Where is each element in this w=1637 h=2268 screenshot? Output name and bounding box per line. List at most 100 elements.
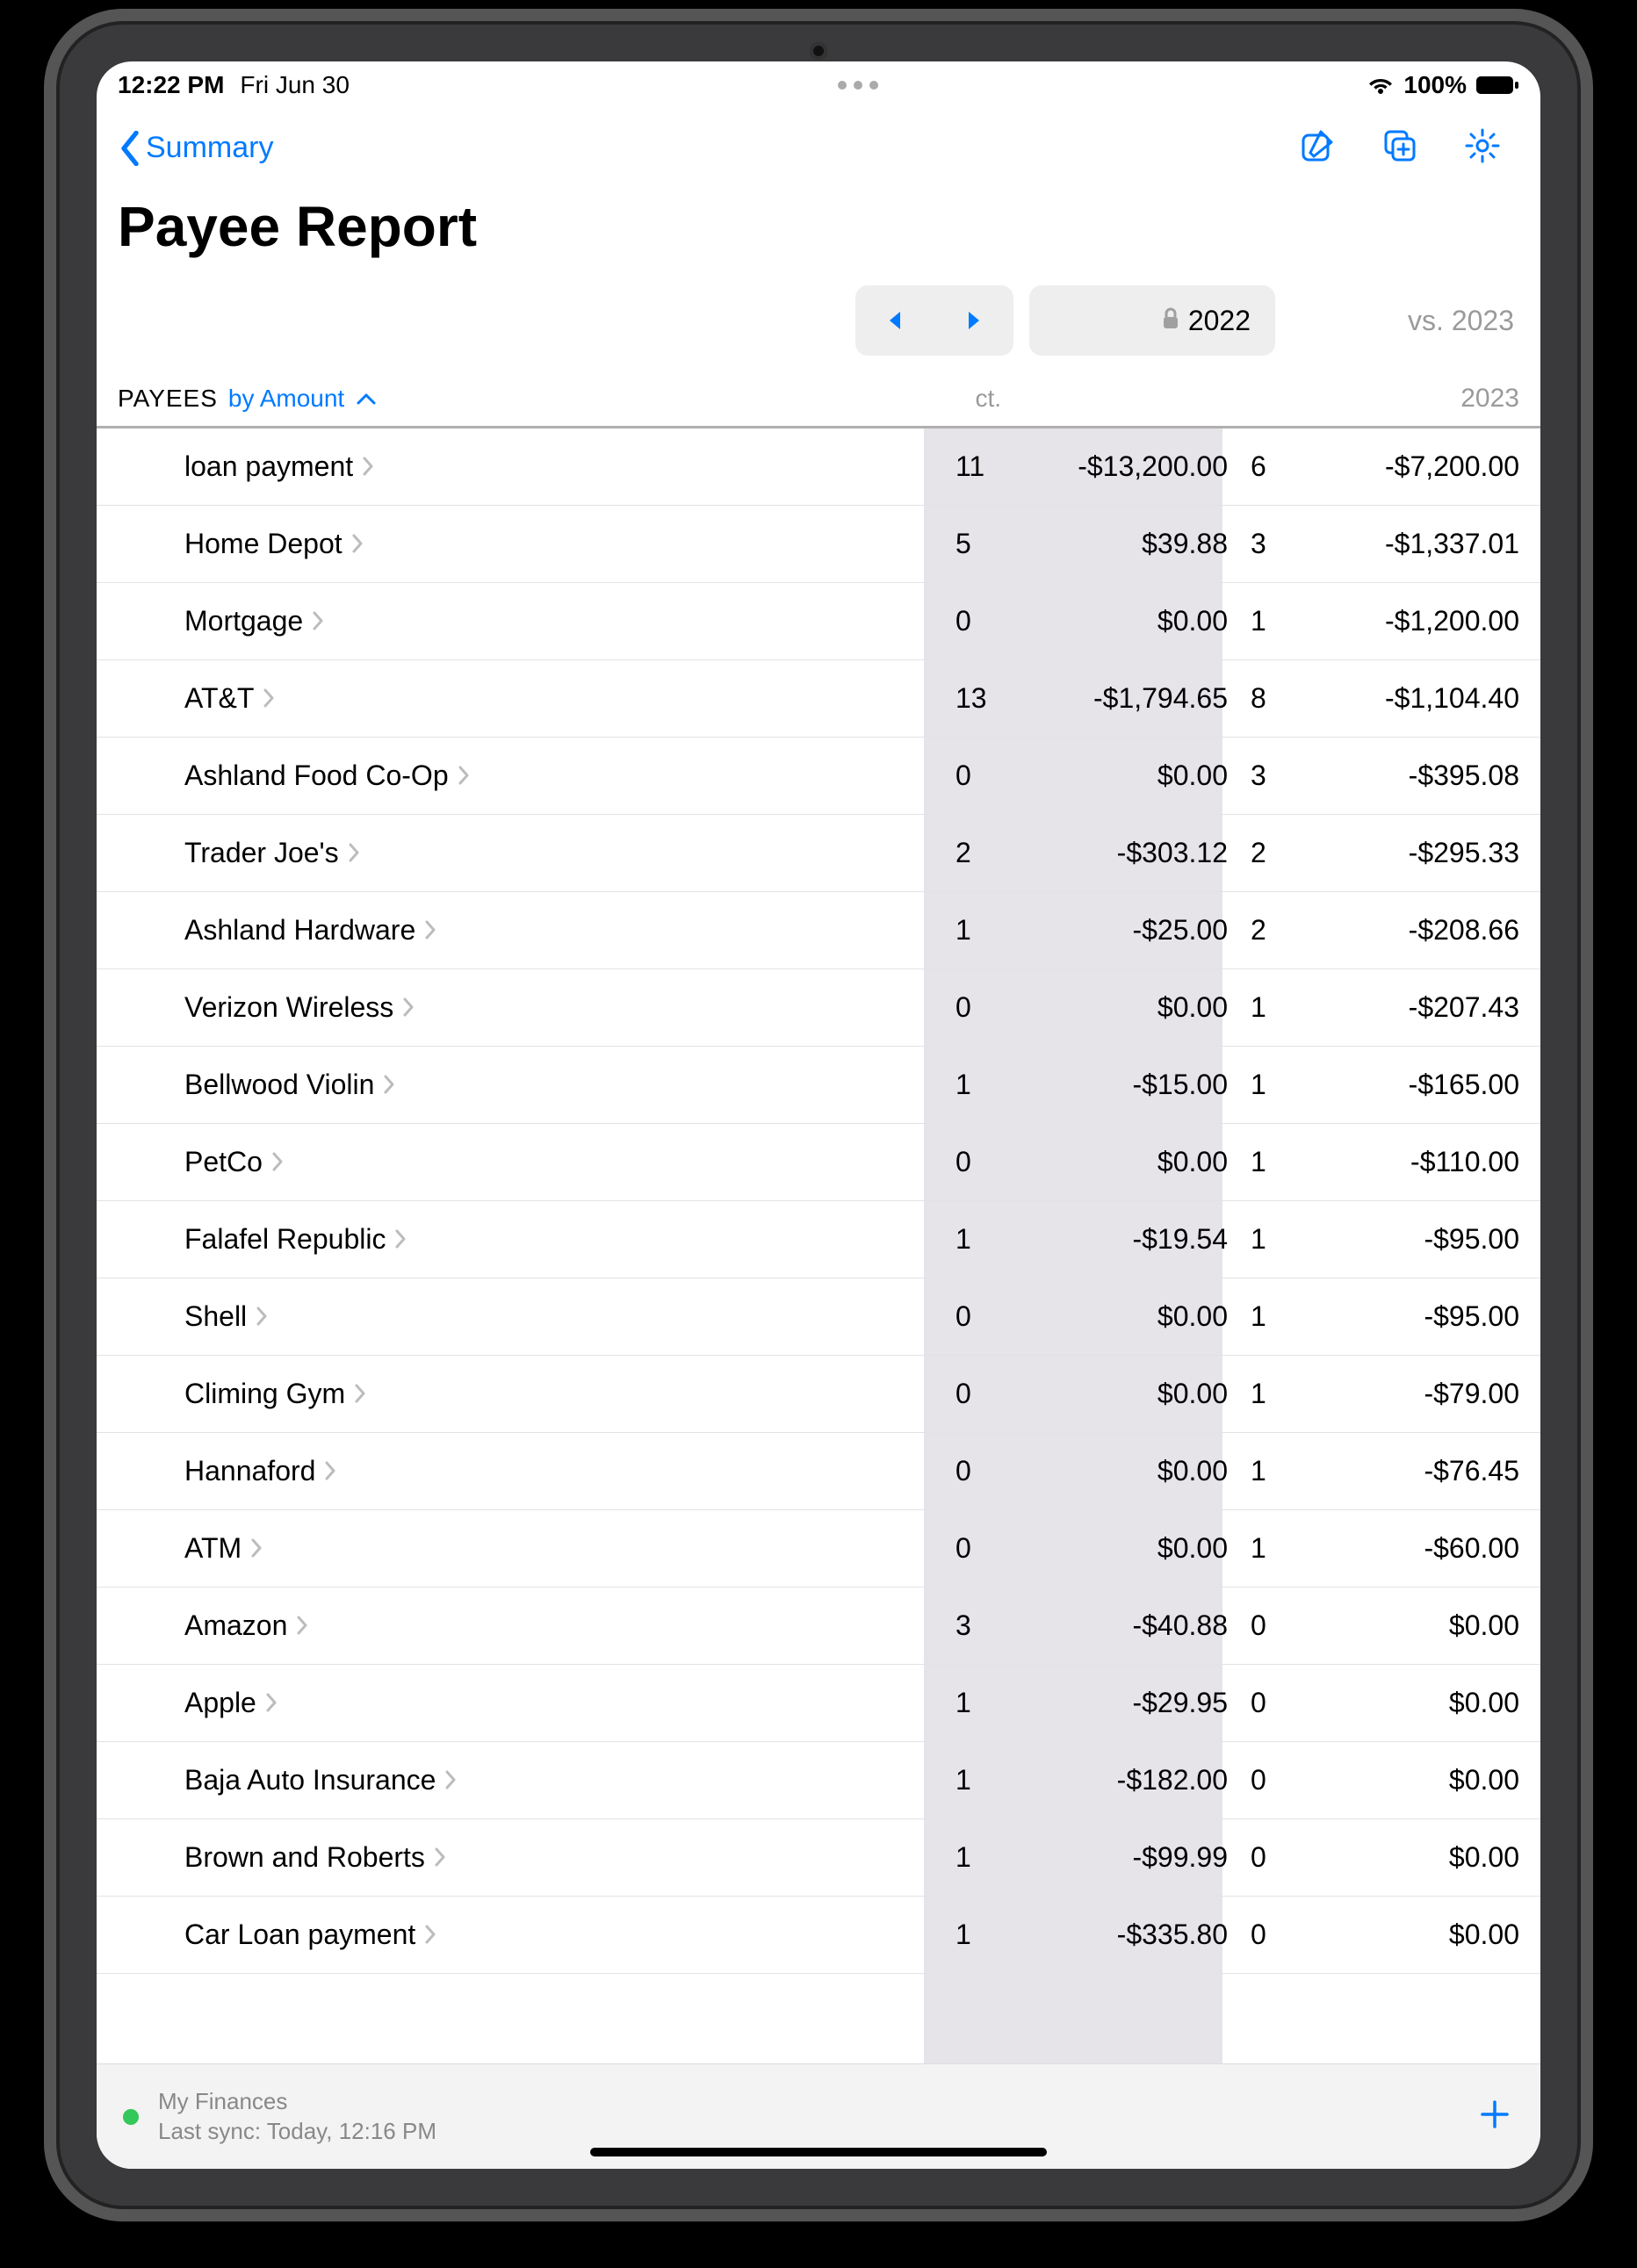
table-row[interactable]: Trader Joe's 2 -$303.12 2 -$295.33: [97, 815, 1540, 892]
count-2022: 13: [941, 682, 1012, 715]
payee-label: Brown and Roberts: [184, 1841, 425, 1874]
table-row[interactable]: Bellwood Violin 1 -$15.00 1 -$165.00: [97, 1047, 1540, 1124]
amount-2022: $0.00: [1012, 1146, 1240, 1178]
amount-2023: -$7,200.00: [1293, 450, 1540, 483]
table-row[interactable]: Home Depot 5 $39.88 3 -$1,337.01: [97, 506, 1540, 583]
payee-name[interactable]: Car Loan payment: [184, 1919, 941, 1951]
payee-name[interactable]: loan payment: [184, 450, 941, 483]
table-row[interactable]: Car Loan payment 1 -$335.80 0 $0.00: [97, 1897, 1540, 1974]
table-row[interactable]: Shell 0 $0.00 1 -$95.00: [97, 1278, 1540, 1356]
amount-2023: -$95.00: [1293, 1300, 1540, 1333]
table-row[interactable]: Ashland Hardware 1 -$25.00 2 -$208.66: [97, 892, 1540, 969]
home-indicator[interactable]: [590, 2148, 1047, 2156]
table-row[interactable]: PetCo 0 $0.00 1 -$110.00: [97, 1124, 1540, 1201]
chevron-left-icon: [118, 131, 142, 166]
payee-name[interactable]: Mortgage: [184, 605, 941, 637]
payee-label: Verizon Wireless: [184, 991, 393, 1024]
table-row[interactable]: AT&T 13 -$1,794.65 8 -$1,104.40: [97, 660, 1540, 738]
duplicate-button[interactable]: [1381, 126, 1419, 169]
table-row[interactable]: Mortgage 0 $0.00 1 -$1,200.00: [97, 583, 1540, 660]
year-picker[interactable]: 2022: [1029, 285, 1275, 356]
table-row[interactable]: ATM 0 $0.00 1 -$60.00: [97, 1510, 1540, 1588]
sync-status-dot-icon: [123, 2109, 139, 2125]
payee-label: Ashland Food Co-Op: [184, 760, 449, 792]
count-2023: 0: [1240, 1687, 1293, 1719]
count-2022: 0: [941, 1532, 1012, 1565]
sort-button[interactable]: by Amount: [228, 385, 376, 413]
table-row[interactable]: Hannaford 0 $0.00 1 -$76.45: [97, 1433, 1540, 1510]
count-2023: 3: [1240, 528, 1293, 560]
table-row[interactable]: loan payment 11 -$13,200.00 6 -$7,200.00: [97, 428, 1540, 506]
payee-name[interactable]: Shell: [184, 1300, 941, 1333]
count-2023: 0: [1240, 1919, 1293, 1951]
chevron-right-icon: [271, 1146, 284, 1178]
payee-label: Bellwood Violin: [184, 1069, 374, 1101]
payee-name[interactable]: Brown and Roberts: [184, 1841, 941, 1874]
table-row[interactable]: Amazon 3 -$40.88 0 $0.00: [97, 1588, 1540, 1665]
payee-name[interactable]: Falafel Republic: [184, 1223, 941, 1256]
current-year: 2022: [1188, 305, 1251, 337]
payee-name[interactable]: Apple: [184, 1687, 941, 1719]
payee-name[interactable]: Baja Auto Insurance: [184, 1764, 941, 1796]
year-next-button[interactable]: [934, 285, 1013, 356]
amount-2023: -$76.45: [1293, 1455, 1540, 1487]
count-2023: 2: [1240, 837, 1293, 869]
table-row[interactable]: Falafel Republic 1 -$19.54 1 -$95.00: [97, 1201, 1540, 1278]
count-header-2022: ct.: [931, 385, 1001, 413]
table-row[interactable]: Climing Gym 0 $0.00 1 -$79.00: [97, 1356, 1540, 1433]
amount-2022: -$182.00: [1012, 1764, 1240, 1796]
count-2022: 1: [941, 1764, 1012, 1796]
count-2023: 1: [1240, 1069, 1293, 1101]
status-date: Fri Jun 30: [240, 71, 350, 99]
count-2022: 0: [941, 991, 1012, 1024]
payee-name[interactable]: Ashland Food Co-Op: [184, 760, 941, 792]
table-row[interactable]: Brown and Roberts 1 -$99.99 0 $0.00: [97, 1819, 1540, 1897]
count-2023: 1: [1240, 1378, 1293, 1410]
payee-name[interactable]: Verizon Wireless: [184, 991, 941, 1024]
payee-label: Apple: [184, 1687, 256, 1719]
year-prev-button[interactable]: [855, 285, 934, 356]
settings-button[interactable]: [1463, 126, 1502, 169]
payee-label: loan payment: [184, 450, 353, 483]
payee-name[interactable]: AT&T: [184, 682, 941, 715]
payee-name[interactable]: Hannaford: [184, 1455, 941, 1487]
payee-label: Falafel Republic: [184, 1223, 386, 1256]
table-row[interactable]: Ashland Food Co-Op 0 $0.00 3 -$395.08: [97, 738, 1540, 815]
payee-label: Amazon: [184, 1609, 287, 1642]
table-row[interactable]: Apple 1 -$29.95 0 $0.00: [97, 1665, 1540, 1742]
count-2023: 1: [1240, 1146, 1293, 1178]
gear-icon: [1463, 126, 1502, 165]
compare-year-label[interactable]: vs. 2023: [1291, 305, 1519, 337]
count-2022: 0: [941, 605, 1012, 637]
chevron-right-icon: [348, 837, 360, 869]
back-label: Summary: [146, 131, 273, 165]
add-button[interactable]: [1475, 2095, 1514, 2138]
amount-2023: -$79.00: [1293, 1378, 1540, 1410]
count-2023: 1: [1240, 1455, 1293, 1487]
payee-name[interactable]: Climing Gym: [184, 1378, 941, 1410]
amount-2023: $0.00: [1293, 1609, 1540, 1642]
payee-name[interactable]: Amazon: [184, 1609, 941, 1642]
payee-label: Trader Joe's: [184, 837, 339, 869]
payee-name[interactable]: Home Depot: [184, 528, 941, 560]
chevron-right-icon: [402, 991, 415, 1024]
nav-bar: Summary: [97, 109, 1540, 176]
payee-name[interactable]: Trader Joe's: [184, 837, 941, 869]
payee-name[interactable]: Bellwood Violin: [184, 1069, 941, 1101]
count-2023: 0: [1240, 1609, 1293, 1642]
count-2022: 11: [941, 450, 1012, 483]
table-row[interactable]: Verizon Wireless 0 $0.00 1 -$207.43: [97, 969, 1540, 1047]
payee-name[interactable]: ATM: [184, 1532, 941, 1565]
amount-2022: $0.00: [1012, 991, 1240, 1024]
count-2023: 0: [1240, 1764, 1293, 1796]
compose-button[interactable]: [1298, 126, 1337, 169]
multitask-dots-icon[interactable]: [838, 81, 878, 90]
amount-2023: -$207.43: [1293, 991, 1540, 1024]
back-button[interactable]: Summary: [118, 131, 273, 166]
table-row[interactable]: Baja Auto Insurance 1 -$182.00 0 $0.00: [97, 1742, 1540, 1819]
chevron-right-icon: [458, 760, 470, 792]
payee-name[interactable]: Ashland Hardware: [184, 914, 941, 947]
amount-2023: -$1,337.01: [1293, 528, 1540, 560]
payee-name[interactable]: PetCo: [184, 1146, 941, 1178]
chevron-right-icon: [383, 1069, 395, 1101]
